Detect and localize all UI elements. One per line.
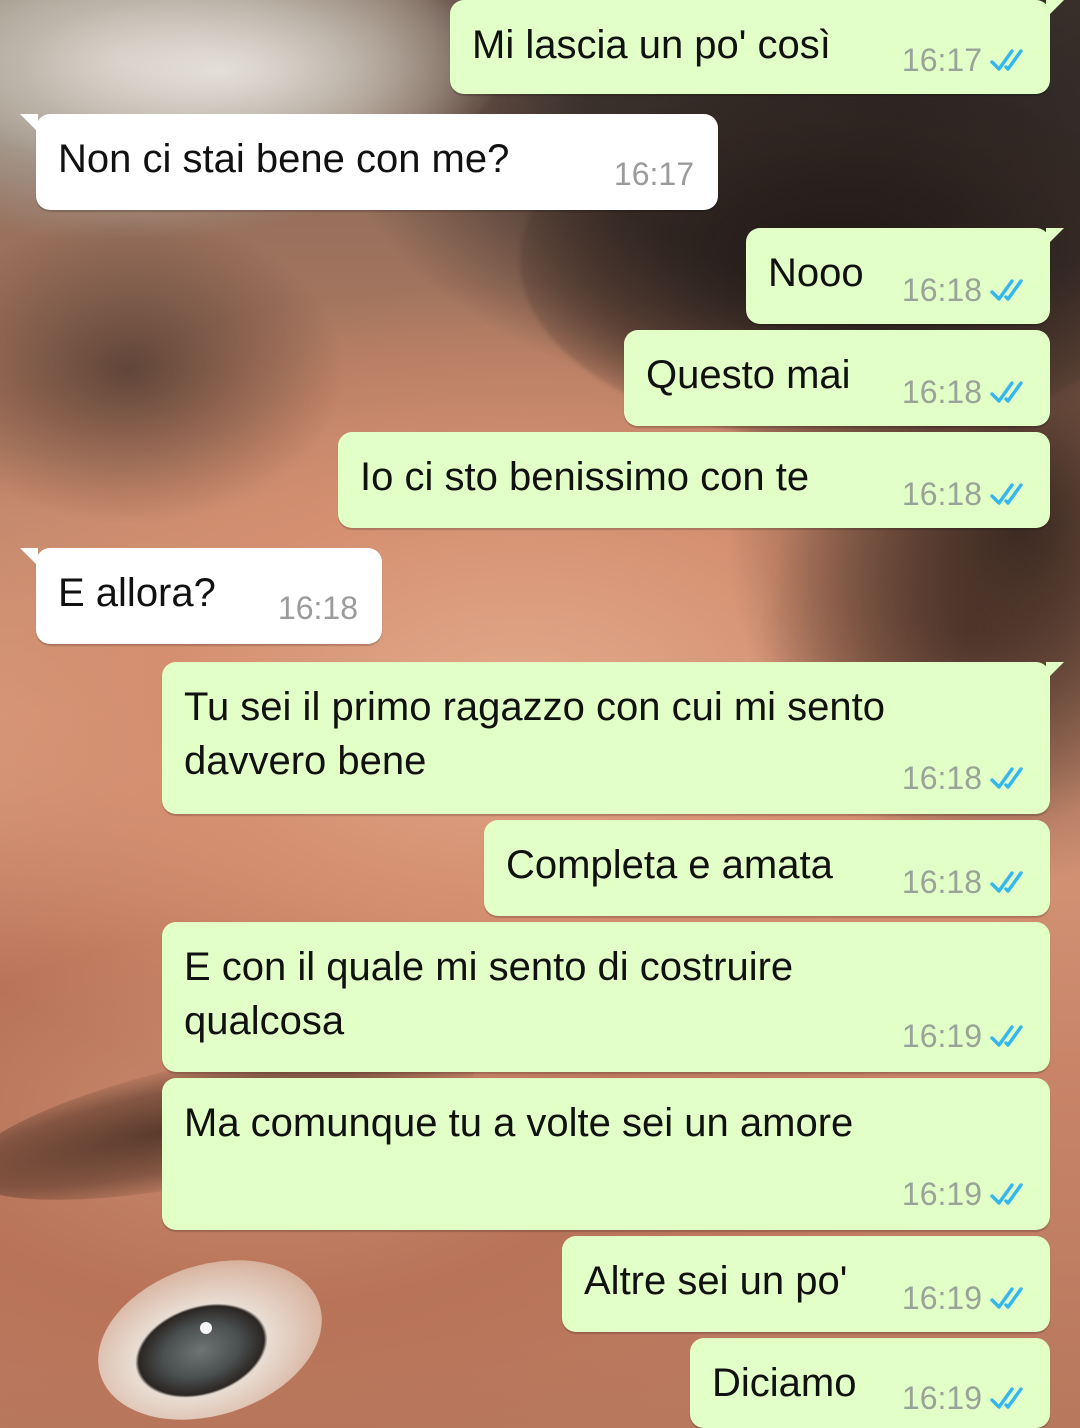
message-time: 16:18 — [277, 590, 358, 626]
message-time: 16:19 — [901, 1380, 982, 1416]
message-meta: 16:18 — [902, 762, 1030, 794]
chat-message-list[interactable]: Mi lascia un po' così 16:17 Non ci stai … — [0, 0, 1080, 1428]
message-time: 16:18 — [901, 272, 982, 308]
read-double-check-icon — [990, 381, 1023, 403]
outgoing-message[interactable]: Completa e amata 16:18 — [484, 820, 1050, 916]
message-text: Io ci sto benissimo con te — [360, 455, 810, 499]
message-text: Altre sei un po' — [584, 1259, 848, 1303]
message-time: 16:18 — [901, 374, 982, 410]
message-meta: 16:17 — [614, 158, 694, 190]
outgoing-message[interactable]: Io ci sto benissimo con te 16:18 — [338, 432, 1050, 528]
message-text: E con il quale mi sento di costruire qua… — [184, 945, 794, 1043]
incoming-message[interactable]: Non ci stai bene con me? 16:17 — [20, 114, 718, 210]
read-double-check-icon — [990, 1183, 1023, 1205]
incoming-message[interactable]: E allora? 16:18 — [20, 548, 382, 644]
outgoing-message[interactable]: Altre sei un po' 16:19 — [562, 1236, 1050, 1332]
outgoing-message[interactable]: E con il quale mi sento di costruire qua… — [162, 922, 1050, 1072]
outgoing-message[interactable]: Mi lascia un po' così 16:17 — [450, 0, 1064, 94]
message-text: Completa e amata — [506, 843, 833, 887]
message-time: 16:19 — [901, 1018, 982, 1054]
message-text: Questo mai — [646, 353, 851, 397]
message-time: 16:17 — [613, 156, 694, 192]
outgoing-message[interactable]: Questo mai 16:18 — [624, 330, 1050, 426]
message-text: Tu sei il primo ragazzo con cui mi sento… — [184, 685, 886, 783]
read-double-check-icon — [990, 1025, 1023, 1047]
message-meta: 16:18 — [902, 274, 1030, 306]
message-meta: 16:18 — [278, 592, 358, 624]
message-meta: 16:19 — [902, 1178, 1030, 1210]
message-time: 16:17 — [901, 42, 982, 78]
message-text: Mi lascia un po' così — [472, 23, 831, 67]
read-double-check-icon — [990, 767, 1023, 789]
message-time: 16:18 — [901, 476, 982, 512]
message-meta: 16:18 — [902, 376, 1030, 408]
outgoing-message[interactable]: Tu sei il primo ragazzo con cui mi sento… — [162, 662, 1064, 814]
message-time: 16:19 — [901, 1280, 982, 1316]
read-double-check-icon — [990, 871, 1023, 893]
read-double-check-icon — [990, 483, 1023, 505]
message-text: Non ci stai bene con me? — [58, 137, 510, 181]
message-time: 16:18 — [901, 864, 982, 900]
outgoing-message[interactable]: Ma comunque tu a volte sei un amore 16:1… — [162, 1078, 1050, 1230]
message-time: 16:18 — [901, 760, 982, 796]
read-double-check-icon — [990, 279, 1023, 301]
message-time: 16:19 — [901, 1176, 982, 1212]
read-double-check-icon — [990, 49, 1023, 71]
read-double-check-icon — [990, 1287, 1023, 1309]
message-text: Diciamo — [712, 1361, 857, 1405]
message-meta: 16:18 — [902, 478, 1030, 510]
message-meta: 16:17 — [902, 44, 1030, 76]
outgoing-message[interactable]: Nooo 16:18 — [746, 228, 1064, 324]
outgoing-message[interactable]: Diciamo 16:19 — [690, 1338, 1050, 1428]
message-text: Nooo — [768, 251, 864, 295]
message-meta: 16:18 — [902, 866, 1030, 898]
message-text: Ma comunque tu a volte sei un amore — [184, 1101, 854, 1145]
message-text: E allora? — [58, 571, 216, 615]
message-meta: 16:19 — [902, 1282, 1030, 1314]
message-meta: 16:19 — [902, 1020, 1030, 1052]
read-double-check-icon — [990, 1387, 1023, 1409]
message-meta: 16:19 — [902, 1382, 1030, 1414]
